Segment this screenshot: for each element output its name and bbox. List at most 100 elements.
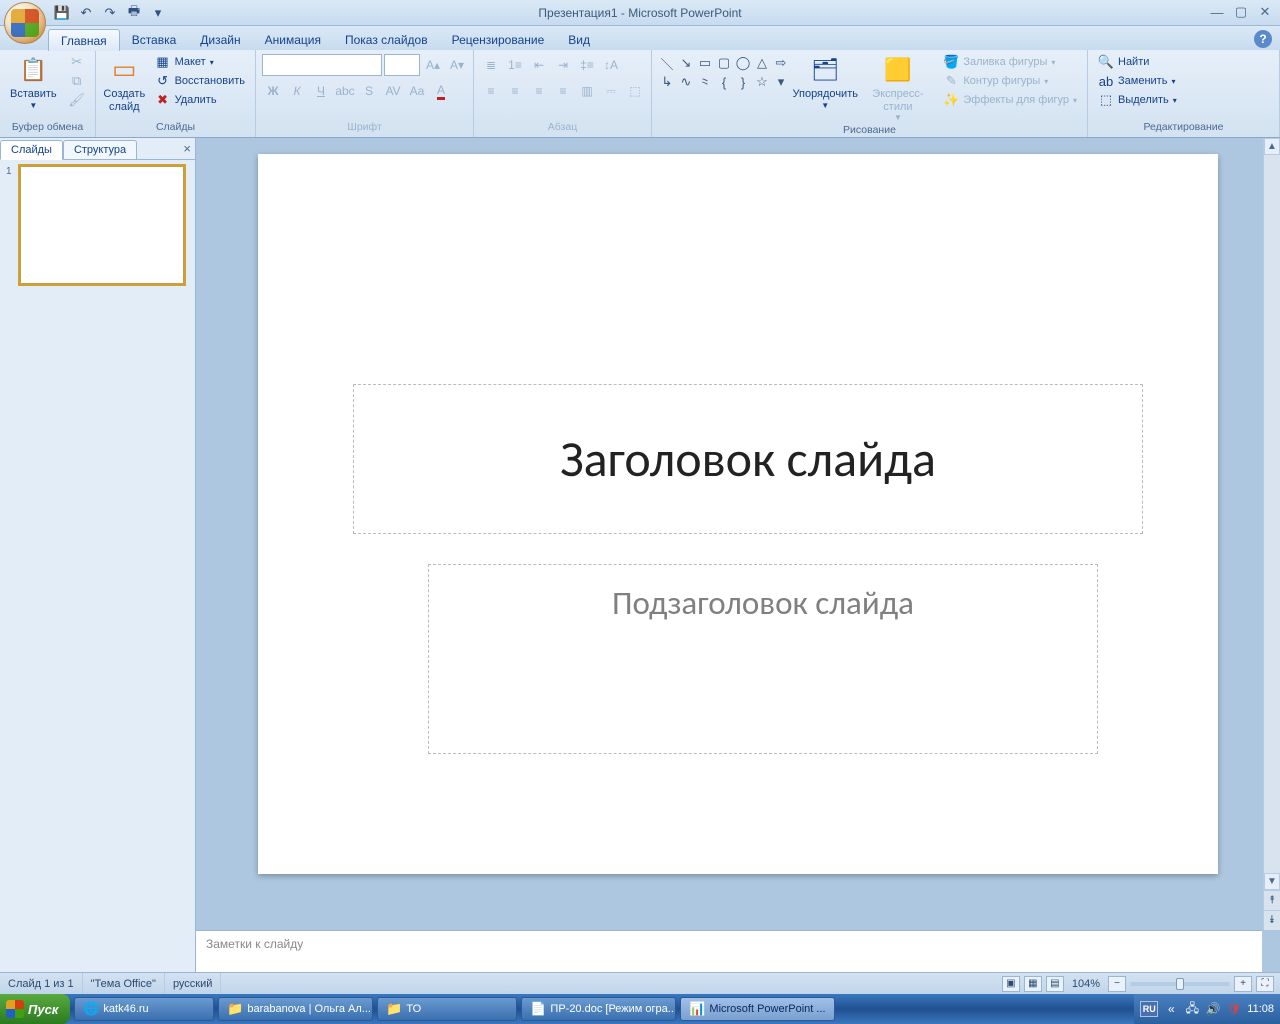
- change-case-icon[interactable]: Aa: [406, 80, 428, 102]
- help-icon[interactable]: ?: [1254, 30, 1272, 48]
- office-button[interactable]: [4, 2, 46, 44]
- quickprint-icon[interactable]: 🖶: [124, 3, 144, 23]
- indent-icon[interactable]: ⇥: [552, 54, 574, 76]
- view-sorter-icon[interactable]: ▦: [1024, 976, 1042, 992]
- tab-animations[interactable]: Анимация: [253, 29, 333, 50]
- shape-line-icon[interactable]: ＼: [658, 54, 676, 72]
- reset-button[interactable]: ↺Восстановить: [152, 72, 248, 90]
- replace-button[interactable]: abЗаменить ▾: [1095, 72, 1180, 90]
- underline-icon[interactable]: Ч: [310, 80, 332, 102]
- view-slideshow-icon[interactable]: ▤: [1046, 976, 1064, 992]
- zoom-value[interactable]: 104%: [1072, 978, 1100, 990]
- status-language[interactable]: русский: [165, 973, 221, 994]
- notes-pane[interactable]: Заметки к слайду: [196, 930, 1262, 972]
- shape-effects-button[interactable]: ✨Эффекты для фигур ▾: [940, 91, 1080, 109]
- numbering-icon[interactable]: 1≡: [504, 54, 526, 76]
- align-right-icon[interactable]: ≡: [528, 80, 550, 102]
- align-left-icon[interactable]: ≡: [480, 80, 502, 102]
- tray-shield-icon[interactable]: 🛡: [1226, 1001, 1242, 1017]
- shape-arrow-icon[interactable]: ↘: [677, 54, 695, 72]
- panel-close-icon[interactable]: ×: [183, 141, 191, 156]
- zoom-slider[interactable]: [1130, 982, 1230, 986]
- status-slide-counter[interactable]: Слайд 1 из 1: [0, 973, 83, 994]
- delete-slide-button[interactable]: ✖Удалить: [152, 91, 248, 109]
- redo-icon[interactable]: ↷: [100, 3, 120, 23]
- paste-button[interactable]: Вставить ▼: [4, 52, 63, 112]
- fit-window-icon[interactable]: ⛶: [1256, 976, 1274, 992]
- tab-design[interactable]: Дизайн: [188, 29, 252, 50]
- tray-clock[interactable]: 11:08: [1247, 1003, 1274, 1015]
- taskbar-item-active[interactable]: 📊Microsoft PowerPoint ...: [680, 997, 834, 1021]
- taskbar-item[interactable]: 📁ТО: [377, 997, 517, 1021]
- cut-button[interactable]: ✂: [66, 53, 88, 71]
- italic-icon[interactable]: К: [286, 80, 308, 102]
- restore-icon[interactable]: ▢: [1232, 4, 1250, 20]
- grow-font-icon[interactable]: A▴: [422, 54, 444, 76]
- shape-rect-icon[interactable]: ▭: [696, 54, 714, 72]
- tray-sound-icon[interactable]: 🔊: [1205, 1001, 1221, 1017]
- shape-more-icon[interactable]: ▾: [772, 73, 790, 91]
- new-slide-button[interactable]: Создать слайд: [100, 52, 149, 115]
- scroll-up-icon[interactable]: ▲: [1264, 138, 1280, 155]
- align-text-icon[interactable]: ⎓: [600, 80, 622, 102]
- text-direction-icon[interactable]: ↕A: [600, 54, 622, 76]
- view-normal-icon[interactable]: ▣: [1002, 976, 1020, 992]
- subtitle-placeholder[interactable]: Подзаголовок слайда: [428, 564, 1098, 754]
- shape-arrowR-icon[interactable]: ⇨: [772, 54, 790, 72]
- shape-brace2-icon[interactable]: }: [734, 73, 752, 91]
- prev-slide-icon[interactable]: ⯭: [1264, 890, 1280, 910]
- justify-icon[interactable]: ≡: [552, 80, 574, 102]
- shape-brace-icon[interactable]: {: [715, 73, 733, 91]
- shape-star-icon[interactable]: ☆: [753, 73, 771, 91]
- title-placeholder[interactable]: Заголовок слайда: [353, 384, 1143, 534]
- smartart-icon[interactable]: ⬚: [624, 80, 646, 102]
- line-spacing-icon[interactable]: ‡≡: [576, 54, 598, 76]
- shape-outline-button[interactable]: ✎Контур фигуры ▾: [940, 72, 1080, 90]
- arrange-button[interactable]: Упорядочить ▼: [792, 52, 858, 112]
- zoom-thumb[interactable]: [1176, 978, 1184, 990]
- taskbar-item[interactable]: 🌐katk46.ru: [74, 997, 214, 1021]
- quick-styles-button[interactable]: Экспресс-стили ▼: [858, 52, 937, 124]
- shadow-icon[interactable]: S: [358, 80, 380, 102]
- shape-fill-button[interactable]: 🪣Заливка фигуры ▾: [940, 53, 1080, 71]
- bold-icon[interactable]: Ж: [262, 80, 284, 102]
- tab-review[interactable]: Рецензирование: [440, 29, 557, 50]
- save-icon[interactable]: 💾: [52, 3, 72, 23]
- shape-connector-icon[interactable]: ↳: [658, 73, 676, 91]
- find-button[interactable]: 🔍Найти: [1095, 53, 1180, 71]
- font-size-combo[interactable]: [384, 54, 420, 76]
- strike-icon[interactable]: abc: [334, 80, 356, 102]
- shape-freeform-icon[interactable]: ⺀: [696, 73, 714, 91]
- language-indicator[interactable]: RU: [1140, 1001, 1158, 1017]
- tab-home[interactable]: Главная: [48, 29, 120, 51]
- tray-network-icon[interactable]: 🖧: [1184, 1001, 1200, 1017]
- select-button[interactable]: ⬚Выделить ▾: [1095, 91, 1180, 109]
- scroll-down-icon[interactable]: ▼: [1264, 873, 1280, 890]
- layout-button[interactable]: ▦Макет ▾: [152, 53, 248, 71]
- close-icon[interactable]: ✕: [1256, 4, 1274, 20]
- shape-triangle-icon[interactable]: △: [753, 54, 771, 72]
- zoom-in-icon[interactable]: +: [1234, 976, 1252, 992]
- panel-tab-slides[interactable]: Слайды: [0, 140, 63, 160]
- status-theme[interactable]: "Тема Office": [83, 973, 165, 994]
- next-slide-icon[interactable]: ⯯: [1264, 910, 1280, 930]
- shape-oval-icon[interactable]: ◯: [734, 54, 752, 72]
- tab-view[interactable]: Вид: [556, 29, 602, 50]
- panel-tab-outline[interactable]: Структура: [63, 140, 137, 159]
- zoom-out-icon[interactable]: −: [1108, 976, 1126, 992]
- start-button[interactable]: Пуск: [0, 994, 70, 1024]
- shape-rrect-icon[interactable]: ▢: [715, 54, 733, 72]
- slide[interactable]: Заголовок слайда Подзаголовок слайда: [258, 154, 1218, 874]
- undo-icon[interactable]: ↶: [76, 3, 96, 23]
- minimize-icon[interactable]: —: [1208, 4, 1226, 20]
- font-color-icon[interactable]: A: [430, 80, 452, 102]
- slide-thumbnail[interactable]: 1: [6, 166, 189, 284]
- tray-expand-icon[interactable]: «: [1163, 1001, 1179, 1017]
- copy-button[interactable]: ⧉: [66, 72, 88, 90]
- shapes-gallery[interactable]: ＼ ↘ ▭ ▢ ◯ △ ⇨ ↳ ∿ ⺀ { } ☆ ▾: [658, 54, 790, 91]
- slide-canvas[interactable]: Заголовок слайда Подзаголовок слайда ▲ ▼…: [196, 138, 1280, 930]
- align-center-icon[interactable]: ≡: [504, 80, 526, 102]
- shape-curve-icon[interactable]: ∿: [677, 73, 695, 91]
- vertical-scrollbar[interactable]: ▲ ▼ ⯭ ⯯: [1263, 138, 1280, 930]
- columns-icon[interactable]: ▥: [576, 80, 598, 102]
